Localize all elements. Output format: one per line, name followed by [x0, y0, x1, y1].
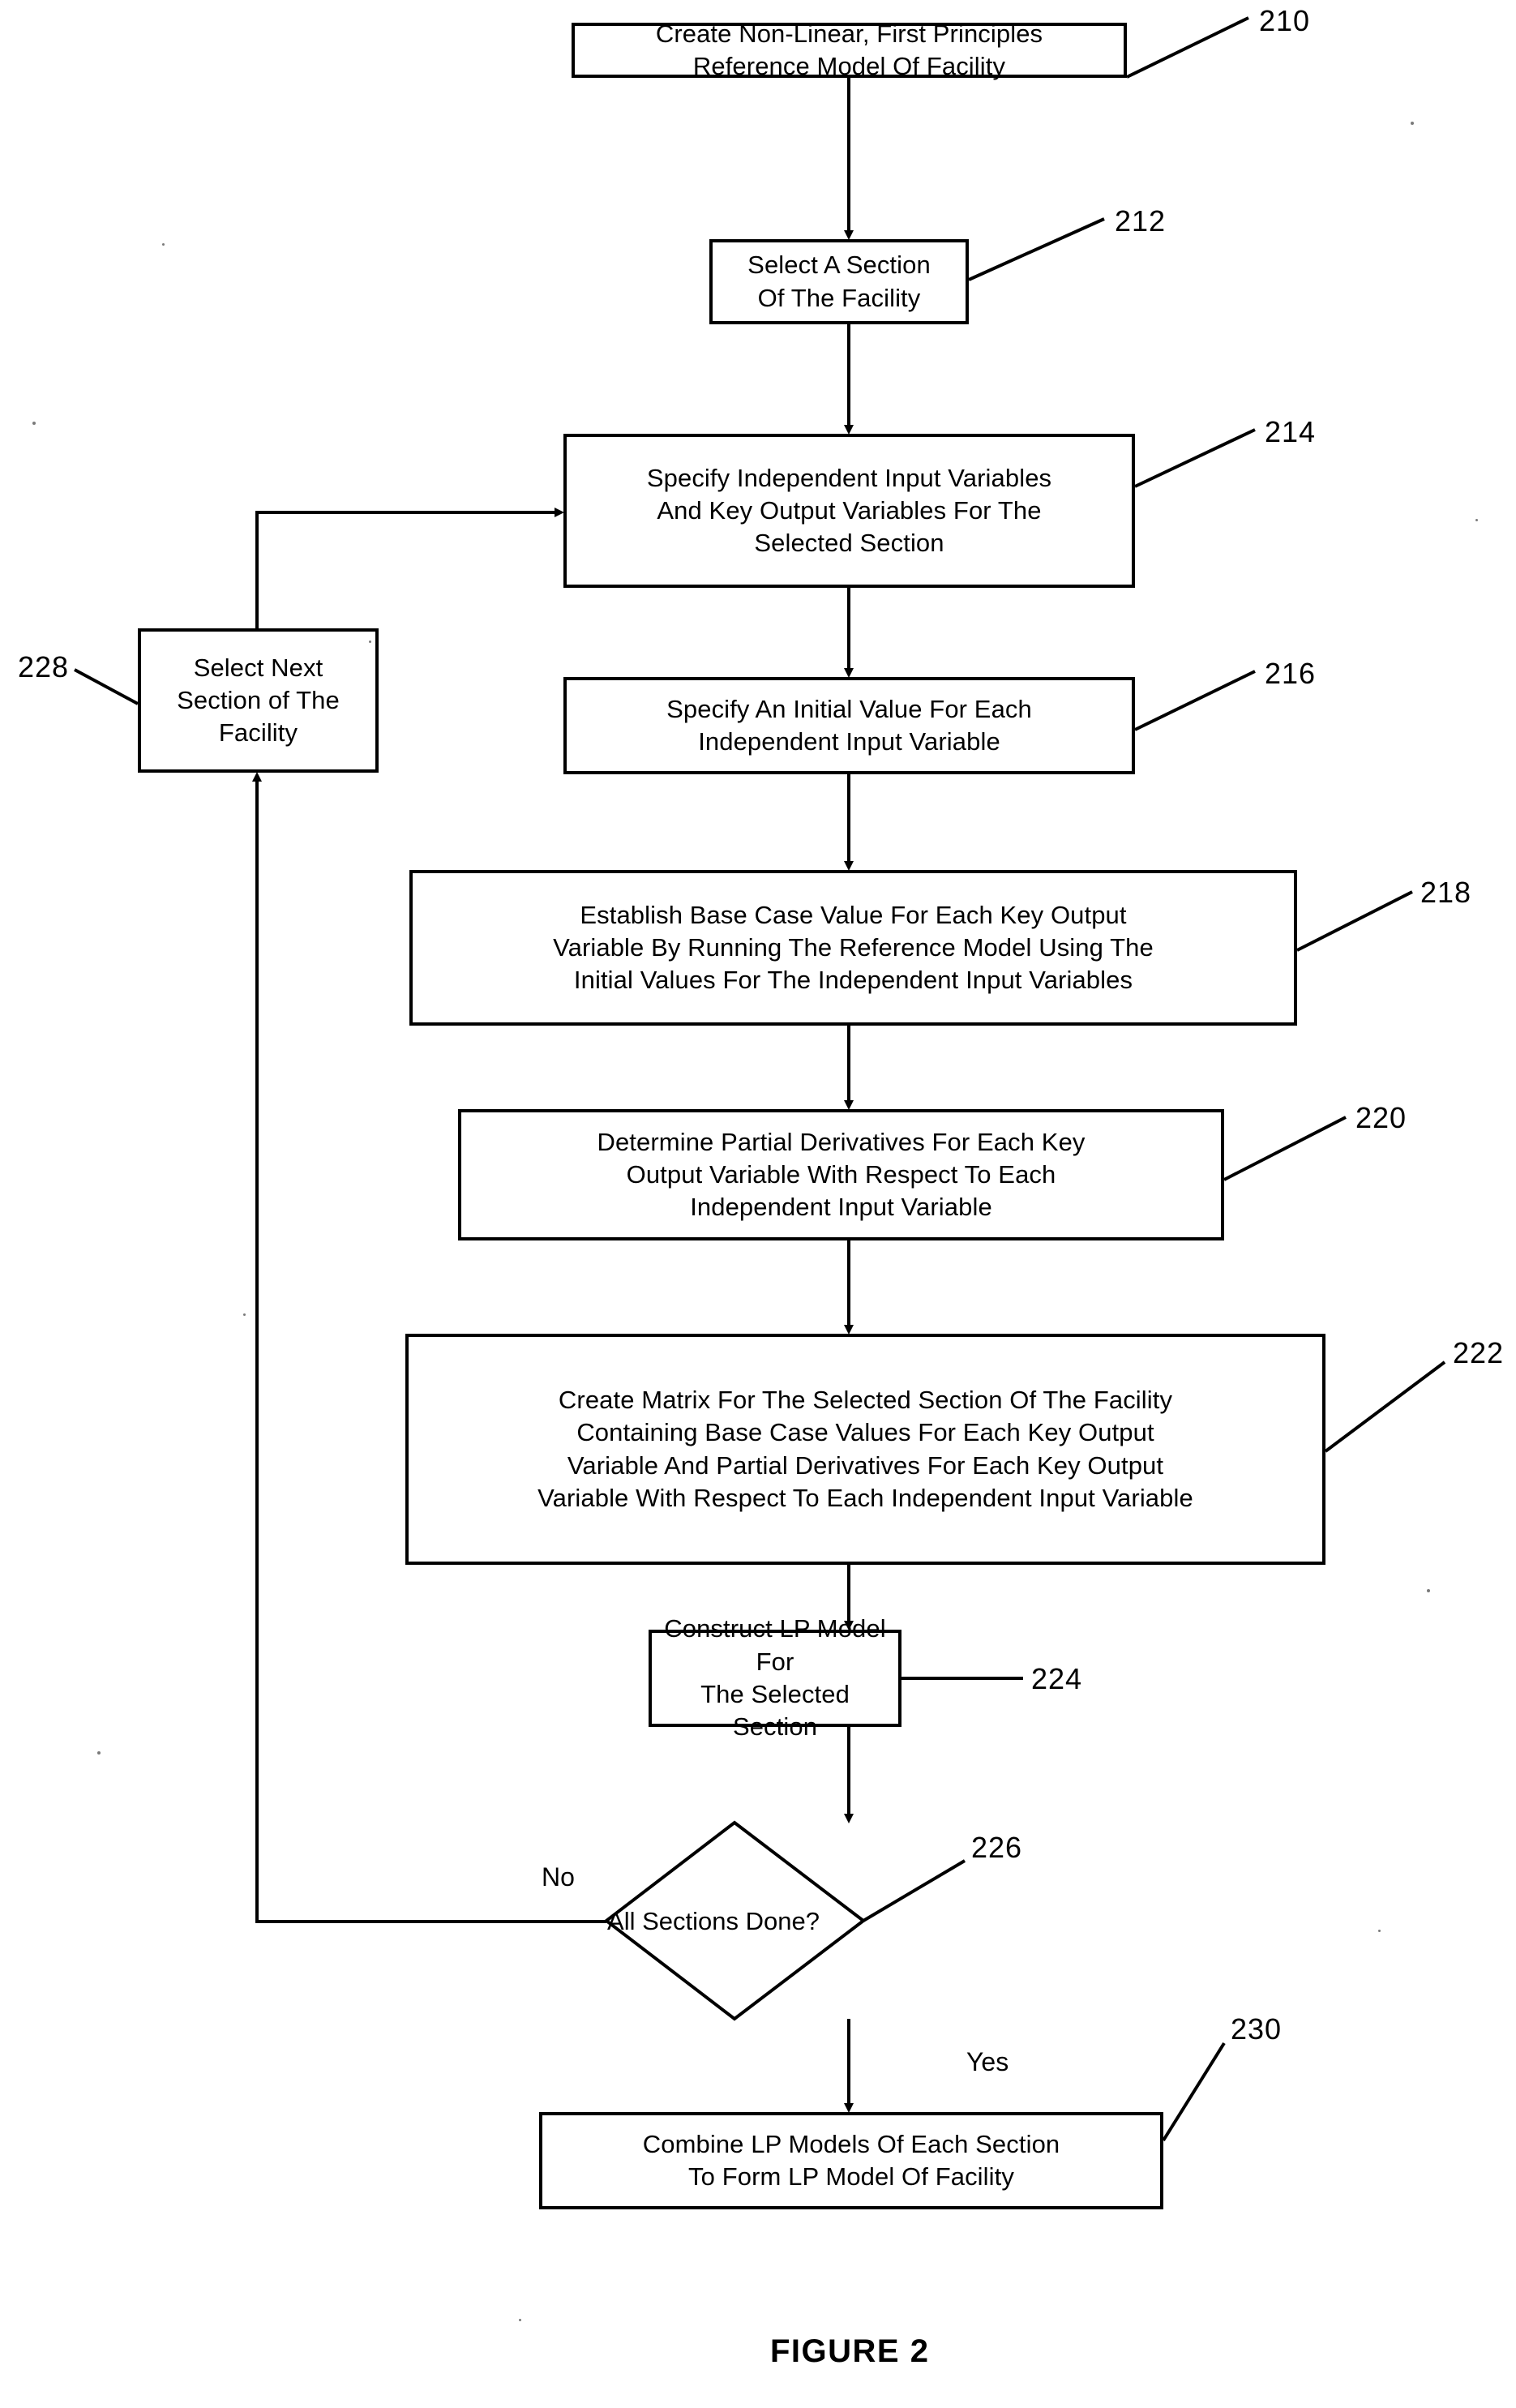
leader-226	[862, 1859, 966, 1922]
process-node-230[interactable]: Combine LP Models Of Each Section To For…	[539, 2112, 1163, 2209]
ref-numeral-216: 216	[1265, 657, 1317, 690]
process-node-220-label: Determine Partial Derivatives For Each K…	[597, 1127, 1086, 1222]
ref-numeral-210: 210	[1259, 4, 1311, 37]
connector-228-214	[255, 508, 564, 628]
patent-figure-page: Create Non-Linear, First Principles Refe…	[0, 0, 1516, 2408]
leader-222	[1324, 1360, 1446, 1453]
scan-speck	[519, 2319, 521, 2321]
scan-speck	[162, 243, 165, 246]
process-node-224[interactable]: Construct LP Model For The Selected Sect…	[649, 1614, 901, 1741]
process-node-212-label: Select A Section Of The Facility	[747, 251, 931, 312]
scan-speck	[1411, 122, 1414, 125]
leader-216	[1134, 670, 1256, 731]
edge-label-no: No	[542, 1862, 575, 1892]
scan-speck	[97, 1751, 101, 1755]
ref-numeral-226: 226	[971, 1831, 1023, 1864]
ref-numeral-220: 220	[1355, 1101, 1407, 1134]
process-node-212[interactable]: Select A Section Of The Facility	[709, 239, 969, 324]
process-node-222[interactable]: Create Matrix For The Selected Section O…	[405, 1334, 1325, 1565]
leader-212	[968, 217, 1105, 281]
leader-218	[1296, 890, 1413, 952]
process-node-216-label: Specify An Initial Value For Each Indepe…	[666, 694, 1032, 756]
ref-numeral-214: 214	[1265, 415, 1317, 448]
ref-numeral-218: 218	[1420, 876, 1472, 909]
process-node-220[interactable]: Determine Partial Derivatives For Each K…	[458, 1109, 1224, 1240]
scan-speck	[1427, 1589, 1430, 1592]
scan-speck	[32, 422, 36, 425]
ref-numeral-230: 230	[1231, 2012, 1283, 2046]
process-node-228-label: Select Next Section of The Facility	[177, 653, 340, 748]
ref-numeral-228: 228	[18, 650, 70, 683]
leader-228	[74, 668, 139, 705]
process-node-218-label: Establish Base Case Value For Each Key O…	[553, 900, 1154, 995]
process-node-210[interactable]: Create Non-Linear, First Principles Refe…	[572, 19, 1127, 80]
scan-speck	[1378, 1930, 1381, 1932]
leader-230	[1162, 2042, 1226, 2142]
leader-220	[1223, 1116, 1347, 1181]
process-node-216[interactable]: Specify An Initial Value For Each Indepe…	[563, 677, 1135, 774]
scan-speck	[369, 641, 371, 643]
ref-numeral-222: 222	[1453, 1336, 1505, 1369]
process-node-214[interactable]: Specify Independent Input Variables And …	[563, 434, 1135, 588]
ref-numeral-212: 212	[1115, 204, 1167, 238]
process-node-228[interactable]: Select Next Section of The Facility	[138, 628, 379, 773]
decision-node-226-label: All Sections Done?	[607, 1907, 820, 1935]
scan-speck	[243, 1313, 246, 1316]
leader-210	[1126, 16, 1249, 79]
process-node-214-label: Specify Independent Input Variables And …	[646, 463, 1052, 558]
figure-caption: FIGURE 2	[770, 2333, 930, 2369]
process-node-224-label: Construct LP Model For The Selected Sect…	[664, 1614, 886, 1742]
process-node-210-label: Create Non-Linear, First Principles Refe…	[655, 19, 1043, 80]
scan-speck	[1475, 519, 1478, 521]
process-node-218[interactable]: Establish Base Case Value For Each Key O…	[409, 870, 1297, 1026]
ref-numeral-224: 224	[1031, 1662, 1083, 1695]
process-node-230-label: Combine LP Models Of Each Section To For…	[642, 2129, 1060, 2191]
leader-214	[1134, 428, 1256, 488]
process-node-222-label: Create Matrix For The Selected Section O…	[537, 1385, 1193, 1512]
edge-label-yes: Yes	[966, 2047, 1009, 2076]
